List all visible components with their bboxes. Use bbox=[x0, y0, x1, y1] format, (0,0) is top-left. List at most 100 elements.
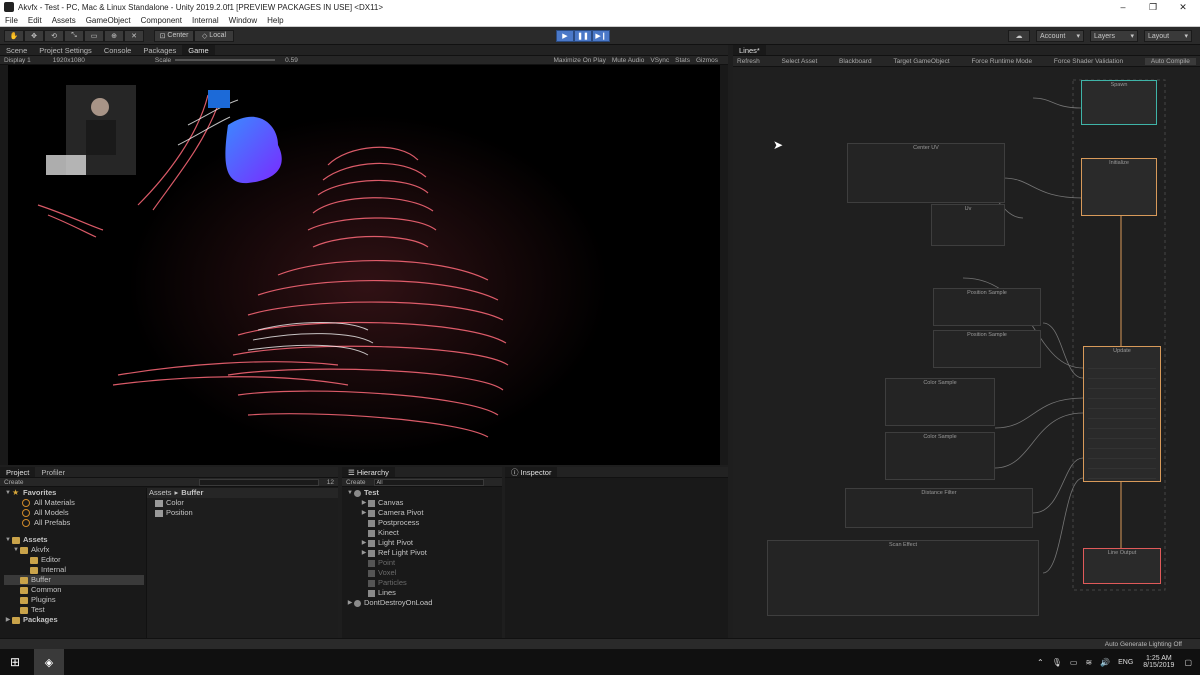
custom-tool-icon[interactable]: ✕ bbox=[124, 29, 144, 42]
stats-toggle[interactable]: Stats bbox=[675, 57, 690, 64]
target-gameobject-button[interactable]: Target GameObject bbox=[893, 58, 949, 65]
windows-start-icon[interactable]: ⊞ bbox=[0, 655, 30, 669]
file-item[interactable]: Color bbox=[147, 498, 338, 508]
tab-project-settings[interactable]: Project Settings bbox=[33, 45, 98, 55]
favorites-header[interactable]: ▼ ★ Favorites bbox=[4, 488, 144, 498]
scale-tool-icon[interactable]: ⤡ bbox=[64, 29, 84, 42]
hierarchy-item-lines[interactable]: Lines bbox=[346, 588, 502, 598]
vfx-group-color-sample[interactable]: Color Sample bbox=[885, 432, 995, 480]
auto-compile-toggle[interactable]: Auto Compile bbox=[1144, 57, 1196, 65]
tree-item-editor[interactable]: Editor bbox=[4, 555, 144, 565]
favorite-item[interactable]: All Materials bbox=[4, 498, 144, 508]
hierarchy-item-point[interactable]: Point bbox=[346, 558, 502, 568]
menu-internal[interactable]: Internal bbox=[187, 16, 224, 25]
vfx-context-update[interactable]: Update bbox=[1083, 346, 1161, 482]
microphone-icon[interactable]: 🎙 bbox=[1052, 658, 1062, 667]
hierarchy-item-voxel[interactable]: Voxel bbox=[346, 568, 502, 578]
tab-game[interactable]: Game bbox=[182, 45, 215, 55]
vfx-group-color-sample[interactable]: Color Sample bbox=[885, 378, 995, 426]
vfx-group-distance-filter[interactable]: Distance Filter bbox=[845, 488, 1033, 528]
breadcrumb-assets[interactable]: Assets bbox=[149, 488, 172, 498]
vfx-context-spawn[interactable]: Spawn bbox=[1081, 80, 1157, 125]
unity-taskbar-icon[interactable]: ◈ bbox=[34, 649, 64, 675]
refresh-button[interactable]: Refresh bbox=[737, 58, 760, 65]
hierarchy-item-kinect[interactable]: Kinect bbox=[346, 528, 502, 538]
tab-project[interactable]: Project bbox=[0, 467, 36, 477]
tree-item-plugins[interactable]: Plugins bbox=[4, 595, 144, 605]
vfx-context-line-output[interactable]: Line Output bbox=[1083, 548, 1161, 584]
tab-inspector[interactable]: ⓘ Inspector bbox=[505, 467, 558, 477]
force-shader-validation-button[interactable]: Force Shader Validation bbox=[1054, 58, 1123, 65]
vfx-graph-canvas[interactable]: Spawn Center UV Uv Initialize Position S… bbox=[733, 68, 1200, 638]
hierarchy-item-particles[interactable]: Particles bbox=[346, 578, 502, 588]
select-asset-button[interactable]: Select Asset bbox=[782, 58, 818, 65]
scene-dontdestroyonload[interactable]: ▶ DontDestroyOnLoad bbox=[346, 598, 502, 608]
game-viewport[interactable] bbox=[8, 65, 720, 465]
maximize-on-play-toggle[interactable]: Maximize On Play bbox=[553, 57, 605, 64]
account-dropdown[interactable]: Account ▾ bbox=[1036, 30, 1084, 42]
assets-header[interactable]: ▼ Assets bbox=[4, 535, 144, 545]
clock[interactable]: 1:25 AM 8/15/2019 bbox=[1143, 655, 1174, 669]
move-tool-icon[interactable]: ✥ bbox=[24, 29, 44, 42]
layout-dropdown[interactable]: Layout ▾ bbox=[1144, 30, 1192, 42]
scene-root[interactable]: ▼ Test bbox=[346, 488, 502, 498]
favorite-item[interactable]: All Prefabs bbox=[4, 518, 144, 528]
pause-button-icon[interactable]: ❚❚ bbox=[574, 30, 592, 42]
vfx-group-position-sample[interactable]: Position Sample bbox=[933, 288, 1041, 326]
menu-file[interactable]: File bbox=[0, 16, 23, 25]
hierarchy-item-camera-pivot[interactable]: ▶ Camera Pivot bbox=[346, 508, 502, 518]
tree-item-internal[interactable]: Internal bbox=[4, 565, 144, 575]
layers-dropdown[interactable]: Layers ▾ bbox=[1090, 30, 1138, 42]
hand-tool-icon[interactable]: ✋ bbox=[4, 29, 24, 42]
menu-gameobject[interactable]: GameObject bbox=[81, 16, 136, 25]
close-button[interactable]: ✕ bbox=[1168, 0, 1198, 14]
hierarchy-search-input[interactable]: All bbox=[373, 478, 484, 486]
project-create-dropdown[interactable]: Create bbox=[4, 479, 24, 486]
tree-item-common[interactable]: Common bbox=[4, 585, 144, 595]
menu-edit[interactable]: Edit bbox=[23, 16, 47, 25]
file-item[interactable]: Position bbox=[147, 508, 338, 518]
battery-icon[interactable]: ▭ bbox=[1070, 658, 1078, 667]
play-button-icon[interactable]: ▶ bbox=[556, 30, 574, 42]
rotate-tool-icon[interactable]: ⟲ bbox=[44, 29, 64, 42]
language-indicator[interactable]: ENG bbox=[1118, 659, 1133, 666]
tray-up-icon[interactable]: ⌃ bbox=[1037, 658, 1044, 667]
menu-window[interactable]: Window bbox=[224, 16, 262, 25]
hierarchy-item-canvas[interactable]: ▶ Canvas bbox=[346, 498, 502, 508]
hierarchy-item-postprocess[interactable]: Postprocess bbox=[346, 518, 502, 528]
favorite-item[interactable]: All Models bbox=[4, 508, 144, 518]
vsync-toggle[interactable]: VSync bbox=[650, 57, 669, 64]
menu-assets[interactable]: Assets bbox=[47, 16, 81, 25]
tab-lines[interactable]: Lines* bbox=[733, 45, 766, 55]
scale-slider[interactable] bbox=[175, 59, 276, 61]
packages-header[interactable]: ▶ Packages bbox=[4, 615, 144, 625]
vfx-group-uv[interactable]: Uv bbox=[931, 204, 1005, 246]
volume-icon[interactable]: 🔊 bbox=[1100, 658, 1110, 667]
vfx-group-center-uv[interactable]: Center UV bbox=[847, 143, 1005, 203]
tab-hierarchy[interactable]: ☰ Hierarchy bbox=[342, 467, 395, 477]
hierarchy-item-ref-light-pivot[interactable]: ▶ Ref Light Pivot bbox=[346, 548, 502, 558]
maximize-button[interactable]: ❐ bbox=[1138, 0, 1168, 14]
project-search-input[interactable] bbox=[198, 478, 319, 486]
cloud-icon[interactable]: ☁ bbox=[1008, 30, 1030, 42]
transform-tool-icon[interactable]: ⊕ bbox=[104, 29, 124, 42]
tab-packages[interactable]: Packages bbox=[137, 45, 182, 55]
step-button-icon[interactable]: ▶❙ bbox=[592, 30, 610, 42]
resolution-dropdown[interactable]: 1920x1080 bbox=[53, 57, 85, 64]
menu-help[interactable]: Help bbox=[262, 16, 288, 25]
hierarchy-item-light-pivot[interactable]: ▶ Light Pivot bbox=[346, 538, 502, 548]
pivot-center-button[interactable]: ⊡ Center bbox=[154, 29, 194, 42]
mute-audio-toggle[interactable]: Mute Audio bbox=[612, 57, 645, 64]
force-runtime-mode-button[interactable]: Force Runtime Mode bbox=[971, 58, 1032, 65]
hierarchy-create-dropdown[interactable]: Create bbox=[346, 479, 366, 486]
notifications-icon[interactable]: ▢ bbox=[1184, 658, 1192, 667]
tree-item-akvfx[interactable]: ▼ Akvfx bbox=[4, 545, 144, 555]
pivot-local-button[interactable]: ◇ Local bbox=[194, 29, 234, 42]
blackboard-button[interactable]: Blackboard bbox=[839, 58, 872, 65]
tab-console[interactable]: Console bbox=[98, 45, 138, 55]
tree-item-test[interactable]: Test bbox=[4, 605, 144, 615]
tab-scene[interactable]: Scene bbox=[0, 45, 33, 55]
vfx-group-scan-effect[interactable]: Scan Effect bbox=[767, 540, 1039, 616]
tab-profiler[interactable]: Profiler bbox=[35, 467, 71, 477]
vfx-group-position-sample[interactable]: Position Sample bbox=[933, 330, 1041, 368]
